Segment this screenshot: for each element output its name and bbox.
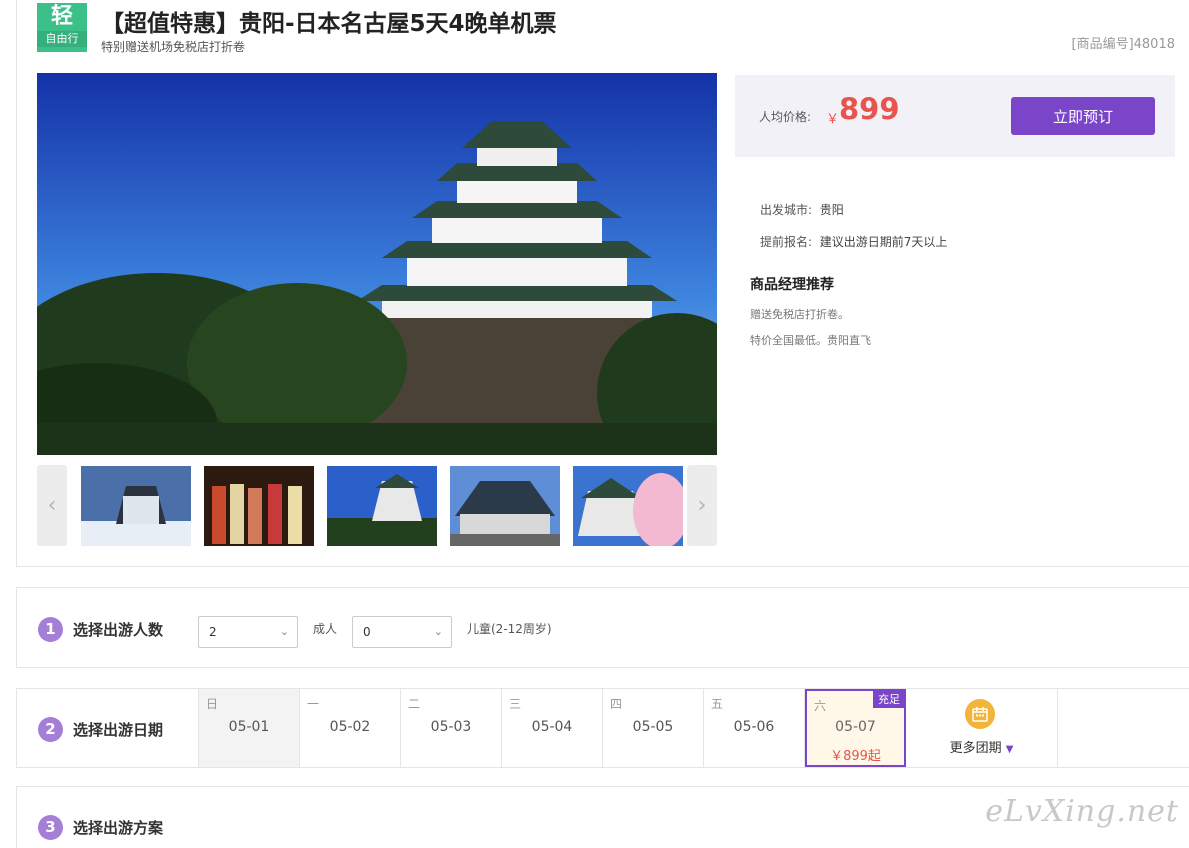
manager-recommend-line: 特价全国最低。贵阳直飞 xyxy=(750,334,871,347)
triangle-down-icon: ▼ xyxy=(1005,744,1014,755)
more-dates-label: 更多团期 ▼ xyxy=(906,737,1057,756)
weekday-label: 四 xyxy=(610,697,623,711)
step-title: 选择出游日期 xyxy=(73,721,164,739)
date-label: 05-04 xyxy=(531,719,573,735)
product-title: 【超值特惠】贵阳-日本名古屋5天4晚单机票 xyxy=(101,11,557,37)
manager-recommend-line: 赠送免税店打折卷。 xyxy=(750,308,849,321)
frame-border-left xyxy=(16,0,17,566)
step-title: 选择出游人数 xyxy=(73,621,164,639)
badge-sub-text: 自由行 xyxy=(37,31,87,47)
chevron-down-icon: ⌄ xyxy=(433,625,443,638)
date-label: 05-03 xyxy=(430,719,472,735)
child-count-select[interactable]: 0 ⌄ xyxy=(352,616,452,648)
frame-border-bottom xyxy=(16,566,1189,567)
manager-recommend-title: 商品经理推荐 xyxy=(750,277,834,293)
child-count-value: 0 xyxy=(363,625,371,639)
advance-signup: 提前报名: 建议出游日期前7天以上 xyxy=(760,233,947,250)
date-label: 05-06 xyxy=(733,719,775,735)
date-cell[interactable]: 五 05-06 xyxy=(704,689,805,767)
date-calendar-row: 日 05-01 一 05-02 二 05-03 三 05-04 四 05-05 … xyxy=(198,689,1189,767)
date-cell[interactable]: 日 05-01 xyxy=(199,689,300,767)
price-panel: 人均价格: ￥ 899 立即预订 xyxy=(735,75,1175,157)
availability-badge: 充足 xyxy=(873,690,905,708)
date-cell-selected[interactable]: 六 充足 05-07 ￥899起 xyxy=(805,689,906,767)
date-cell[interactable]: 四 05-05 xyxy=(603,689,704,767)
book-now-button[interactable]: 立即预订 xyxy=(1011,97,1155,135)
product-subtitle: 特别赠送机场免税店打折卷 xyxy=(101,40,246,54)
advance-signup-value: 建议出游日期前7天以上 xyxy=(819,235,948,249)
adult-count-select[interactable]: 2 ⌄ xyxy=(198,616,298,648)
advance-signup-label: 提前报名: xyxy=(760,235,813,249)
badge-main-text: 轻 xyxy=(50,4,73,29)
chevron-down-icon: ⌄ xyxy=(279,625,289,638)
departure-city: 出发城市: 贵阳 xyxy=(760,201,844,218)
date-cell[interactable]: 一 05-02 xyxy=(300,689,401,767)
step-travelers-section: 1 选择出游人数 2 ⌄ 成人 0 ⌄ 儿童(2-12周岁) xyxy=(16,587,1189,668)
price-currency: ￥ xyxy=(826,112,840,127)
step-number: 3 xyxy=(38,815,63,840)
thumbnail-2[interactable] xyxy=(204,466,314,546)
date-label: 05-05 xyxy=(632,719,674,735)
thumbnail-3[interactable] xyxy=(327,466,437,546)
weekday-label: 一 xyxy=(307,697,320,711)
step-number: 1 xyxy=(38,617,63,642)
more-dates-text: 更多团期 xyxy=(949,741,1002,756)
thumbnail-strip: ‹ › xyxy=(37,465,717,546)
calendar-icon xyxy=(965,699,995,729)
thumbnail-5[interactable] xyxy=(573,466,683,546)
date-label: 05-07 xyxy=(835,719,876,735)
date-cell[interactable]: 二 05-03 xyxy=(401,689,502,767)
watermark: eLvXing.net xyxy=(985,794,1179,829)
departure-city-value: 贵阳 xyxy=(819,203,844,217)
adult-count-value: 2 xyxy=(209,625,217,639)
product-number: [商品编号]48018 xyxy=(1071,37,1176,52)
thumbnail-next-button[interactable]: › xyxy=(687,465,717,546)
step-date-section: 2 选择出游日期 日 05-01 一 05-02 二 05-03 三 05-04… xyxy=(16,688,1189,768)
price-label: 人均价格: xyxy=(759,110,812,124)
price-amount: 899 xyxy=(839,92,900,126)
date-label: 05-01 xyxy=(228,719,270,735)
product-type-badge: 轻 自由行 xyxy=(37,3,87,52)
thumbnail-prev-button[interactable]: ‹ xyxy=(37,465,67,546)
main-photo xyxy=(37,73,717,455)
weekday-label: 三 xyxy=(509,697,522,711)
weekday-label: 日 xyxy=(206,697,219,711)
more-dates-button[interactable]: 更多团期 ▼ xyxy=(906,689,1058,767)
child-label: 儿童(2-12周岁) xyxy=(467,622,552,636)
weekday-label: 五 xyxy=(711,697,724,711)
weekday-label: 二 xyxy=(408,697,421,711)
date-cell[interactable]: 三 05-04 xyxy=(502,689,603,767)
departure-city-label: 出发城市: xyxy=(760,203,813,217)
date-price: ￥899起 xyxy=(830,749,881,764)
date-label: 05-02 xyxy=(329,719,371,735)
adult-label: 成人 xyxy=(313,622,338,636)
step-title: 选择出游方案 xyxy=(73,819,164,837)
step-number: 2 xyxy=(38,717,63,742)
weekday-label: 六 xyxy=(814,699,827,713)
thumbnail-4[interactable] xyxy=(450,466,560,546)
thumbnail-1[interactable] xyxy=(81,466,191,546)
